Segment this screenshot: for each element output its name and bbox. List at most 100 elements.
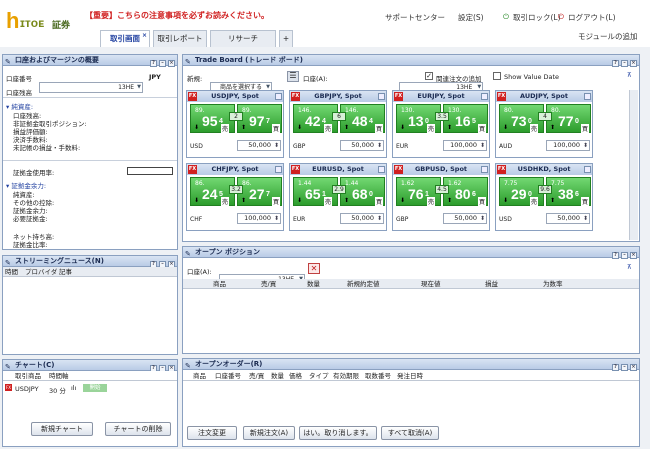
close-icon[interactable]: × — [630, 60, 637, 67]
buy-button[interactable]: 80. 77 0 買 ⬆ — [546, 104, 591, 133]
account-label: 口座番号 — [6, 75, 32, 83]
close-icon[interactable]: × — [142, 28, 147, 44]
amount-stepper[interactable]: 100,000 — [237, 213, 281, 224]
card-menu-icon[interactable] — [481, 93, 488, 100]
amount-stepper[interactable]: 50,000 — [340, 213, 384, 224]
card-menu-icon[interactable] — [275, 166, 282, 173]
tab-trading[interactable]: 取引画面 × — [100, 30, 150, 47]
col-price[interactable]: 価格 — [289, 371, 302, 381]
add-module-link[interactable]: モジュールの追加 — [578, 31, 637, 42]
confirm-cancel-button[interactable]: はい。取り消します。 — [299, 426, 377, 440]
col-side[interactable]: 売/買 — [261, 279, 276, 289]
amount-stepper[interactable]: 50,000 — [340, 140, 384, 151]
card-menu-icon[interactable] — [481, 166, 488, 173]
minimize-icon[interactable]: – — [621, 60, 628, 67]
col-order-id[interactable]: 取数番号 — [365, 371, 391, 381]
logo-text: ɪᴛᴏᴇ — [20, 16, 45, 30]
buy-button[interactable]: 130. 16 5 買 ⬆ — [443, 104, 488, 133]
cancel-all-button[interactable]: すべて取消(A) — [381, 426, 439, 440]
col-instrument[interactable]: 商品 — [193, 371, 206, 381]
amount-stepper[interactable]: 50,000 — [546, 213, 590, 224]
value-date-checkbox[interactable] — [493, 72, 501, 80]
close-icon[interactable]: × — [630, 252, 637, 259]
buy-button[interactable]: 7.75 38 6 買 ⬆ — [546, 177, 591, 206]
close-all-icon[interactable]: ✕ — [308, 263, 320, 274]
help-icon[interactable]: ? — [612, 252, 619, 259]
col-open-price[interactable]: 新規約定値 — [347, 279, 380, 289]
buy-button[interactable]: 86. 27 7 買 ⬆ — [237, 177, 282, 206]
card-currency: CHF — [190, 216, 203, 223]
minimize-icon[interactable]: – — [621, 364, 628, 371]
bid-big: 95 — [202, 113, 218, 129]
col-instrument[interactable]: 商品 — [213, 279, 226, 289]
minimize-icon[interactable]: – — [159, 60, 166, 67]
col-time[interactable]: 時間 — [5, 267, 18, 277]
new-order-button[interactable]: 新規注文(A) — [243, 426, 295, 440]
help-icon[interactable]: ? — [612, 364, 619, 371]
col-order-time[interactable]: 発注日時 — [397, 371, 423, 381]
collapse-icon[interactable]: ⊼ — [627, 71, 632, 79]
logo-h: h — [6, 8, 20, 33]
col-pnl[interactable]: 損益 — [485, 279, 498, 289]
help-icon[interactable]: ? — [612, 60, 619, 67]
scrollbar[interactable] — [629, 90, 638, 240]
close-icon[interactable]: × — [168, 60, 175, 67]
col-qty[interactable]: 数量 — [307, 279, 320, 289]
ask-pip: 7 — [266, 118, 270, 125]
fx-icon: FX — [394, 165, 403, 174]
buy-button[interactable]: 89. 97 7 買 ⬆ — [237, 104, 282, 133]
bid-big: 42 — [305, 113, 321, 129]
chart-row[interactable]: FX USDJPY 30 分 ılı 開始 — [3, 383, 177, 395]
collapse-icon[interactable]: ⊼ — [627, 263, 632, 271]
delete-chart-button[interactable]: チャートの削除 — [105, 422, 171, 436]
amount-stepper[interactable]: 100,000 — [546, 140, 590, 151]
col-qty[interactable]: 数量 — [271, 371, 284, 381]
buy-button[interactable]: 1.44 68 0 買 ⬆ — [340, 177, 385, 206]
col-rate[interactable]: 为数率 — [543, 279, 563, 289]
col-article[interactable]: 記事 — [59, 267, 72, 277]
col-provider[interactable]: プロバイダ — [25, 267, 57, 277]
divider — [3, 97, 177, 98]
col-account[interactable]: 口座番号 — [215, 371, 241, 381]
card-menu-icon[interactable] — [275, 93, 282, 100]
chart-start-badge[interactable]: 開始 — [83, 384, 107, 392]
modify-order-button[interactable]: 注文変更 — [187, 426, 237, 440]
account-select[interactable]: 13HE — [39, 82, 143, 93]
settings-link[interactable]: 設定(S) — [458, 12, 484, 23]
new-chart-button[interactable]: 新規チャート — [31, 422, 93, 436]
news-header: 時間 プロバイダ 記事 — [3, 267, 177, 277]
card-menu-icon[interactable] — [378, 93, 385, 100]
up-arrow-icon: ⬆ — [550, 124, 556, 131]
help-icon[interactable]: ? — [150, 60, 157, 67]
add-tab-button[interactable]: + — [279, 30, 293, 47]
col-side[interactable]: 売/買 — [249, 371, 264, 381]
tab-report[interactable]: 取引レポート — [153, 30, 207, 47]
amount-stepper[interactable]: 100,000 — [443, 140, 487, 151]
amount-stepper[interactable]: 50,000 — [443, 213, 487, 224]
list-view-icon[interactable]: ☰ — [287, 71, 299, 82]
buy-button[interactable]: 146. 48 4 買 ⬆ — [340, 104, 385, 133]
important-notice-link[interactable]: 【重要】こちらの注意事項を必ずお読みください。 — [85, 10, 269, 21]
tab-research[interactable]: リサーチ — [210, 30, 276, 47]
balance-label: 口座残高 — [6, 89, 32, 97]
quote-card: FX CHFJPY, Spot 86. 24 5 売 ⬇ 86. 27 7 買 ⬆ 3.2 CHF 100,… — [186, 163, 284, 231]
col-current-price[interactable]: 現在値 — [421, 279, 441, 289]
col-timeframe: 時間軸 — [49, 372, 69, 380]
close-icon[interactable]: × — [630, 364, 637, 371]
related-orders-checkbox[interactable]: ✓ — [425, 72, 433, 80]
card-menu-icon[interactable] — [584, 93, 591, 100]
news-panel-title: ✎ ストリーミングニュース(N) ? – × — [3, 256, 177, 268]
col-type[interactable]: タイプ — [309, 371, 329, 381]
amount-stepper[interactable]: 50,000 — [237, 140, 281, 151]
trade-lock-link[interactable]: 取引ロック(L) — [513, 12, 561, 23]
logout-link[interactable]: ログアウト(L) — [568, 12, 616, 23]
card-menu-icon[interactable] — [378, 166, 385, 173]
buy-button[interactable]: 1.62 80 6 買 ⬆ — [443, 177, 488, 206]
sell-label: 売 — [530, 124, 539, 133]
support-center-link[interactable]: サポートセンター — [385, 12, 445, 23]
col-expiry[interactable]: 有効期限 — [333, 371, 359, 381]
card-menu-icon[interactable] — [584, 166, 591, 173]
minimize-icon[interactable]: – — [621, 252, 628, 259]
card-pair: GBPUSD, Spot — [414, 165, 468, 173]
down-arrow-icon: ⬇ — [194, 197, 200, 204]
